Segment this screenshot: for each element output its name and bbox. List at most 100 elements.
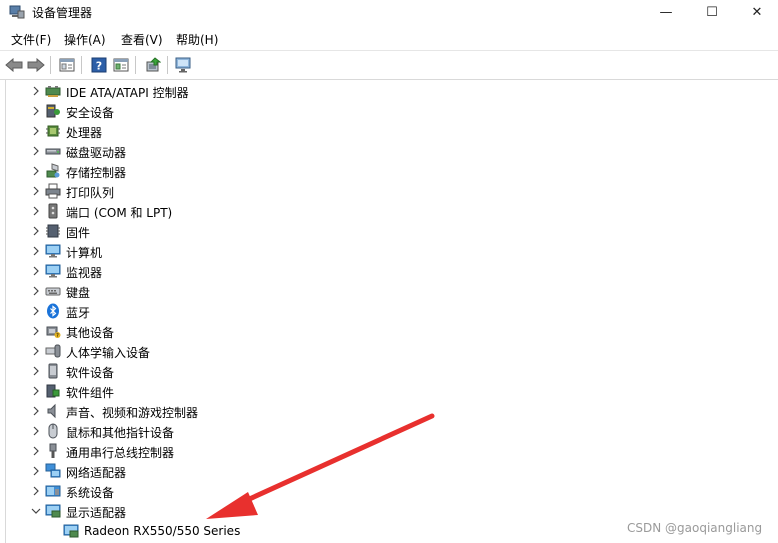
toolbar-separator (50, 56, 51, 74)
back-button[interactable] (4, 55, 24, 75)
device-tree[interactable]: IDE ATA/ATAPI 控制器 安全设备处理器磁盘驱动器 存储控制器打印队列 端口… (5, 79, 778, 543)
tree-item-label: 计算机 (66, 246, 103, 260)
tree-item[interactable]: 软件组件 (6, 381, 506, 401)
tree-item[interactable]: 系统设备 (6, 481, 506, 501)
printer-icon (45, 183, 61, 199)
tree-item-label: 通用串行总线控制器 (66, 446, 175, 460)
close-button[interactable]: ✕ (734, 0, 778, 24)
tree-item[interactable]: 打印队列 (6, 181, 506, 201)
scan-hardware-button[interactable] (174, 55, 194, 75)
chevron-right-icon[interactable] (30, 185, 42, 197)
chevron-right-icon[interactable] (30, 225, 42, 237)
chevron-right-icon[interactable] (30, 325, 42, 337)
tree-item-label: 其他设备 (66, 326, 115, 340)
maximize-button[interactable]: ☐ (689, 0, 735, 24)
svg-text:?: ? (96, 60, 102, 73)
tree-item[interactable]: 声音、视频和游戏控制器 (6, 401, 506, 421)
watermark: CSDN @gaoqiangliang (627, 521, 763, 535)
chevron-right-icon[interactable] (30, 245, 42, 257)
tree-item-label: 处理器 (66, 126, 103, 140)
tree-item[interactable]: 鼠标和其他指针设备 (6, 421, 506, 441)
tree-item-label: Radeon RX550/550 Series (84, 524, 241, 538)
audio-icon (47, 403, 56, 419)
tree-item[interactable]: 网络适配器 (6, 461, 506, 481)
tree-item-child[interactable]: Radeon RX550/550 Series (6, 521, 506, 541)
menu-action[interactable]: 操作(A) (64, 31, 106, 48)
tree-item[interactable]: 键盘 (6, 281, 506, 301)
maximize-icon: ☐ (706, 4, 718, 20)
toolbar-separator (135, 56, 136, 74)
toolbar: ? (0, 50, 778, 80)
tree-item-label: 监视器 (66, 266, 103, 280)
tree-item-label: 网络适配器 (66, 466, 127, 480)
display-adapter-icon (45, 504, 61, 518)
software-component-icon (46, 384, 60, 398)
title-bar: 设备管理器 — ☐ ✕ (0, 0, 778, 24)
properties-button[interactable] (57, 55, 77, 75)
software-device-icon (48, 363, 58, 379)
hid-icon (45, 344, 61, 358)
tree-item[interactable]: 显示适配器 (6, 501, 506, 521)
keyboard-icon (45, 287, 61, 296)
menu-view[interactable]: 查看(V) (121, 31, 163, 48)
tree-item[interactable]: 计算机 (6, 241, 506, 261)
tree-item-label: 磁盘驱动器 (66, 146, 127, 160)
tree-item[interactable]: 处理器 (6, 121, 506, 141)
help-button[interactable]: ? (89, 55, 109, 75)
chevron-right-icon[interactable] (30, 485, 42, 497)
tree-item[interactable]: ? 其他设备 (6, 321, 506, 341)
menu-file[interactable]: 文件(F) (11, 31, 51, 48)
chevron-right-icon[interactable] (30, 465, 42, 477)
tree-item[interactable]: 端口 (COM 和 LPT) (6, 201, 506, 221)
tree-item[interactable]: 存储控制器 (6, 161, 506, 181)
chevron-right-icon[interactable] (30, 345, 42, 357)
menu-bar: 文件(F) 操作(A) 查看(V) 帮助(H) (0, 28, 778, 50)
toolbar-separator (81, 56, 82, 74)
chevron-right-icon[interactable] (30, 365, 42, 377)
forward-button[interactable] (26, 55, 46, 75)
chevron-right-icon[interactable] (30, 385, 42, 397)
storage-controller-icon (46, 163, 60, 178)
chevron-right-icon[interactable] (30, 405, 42, 417)
minimize-icon: — (659, 4, 673, 20)
tree-item[interactable]: 蓝牙 (6, 301, 506, 321)
tree-item[interactable]: 人体学输入设备 (6, 341, 506, 361)
tree-item[interactable]: 监视器 (6, 261, 506, 281)
update-driver-button[interactable] (143, 55, 163, 75)
tree-item[interactable]: IDE ATA/ATAPI 控制器 (6, 81, 506, 101)
view-button[interactable] (111, 55, 131, 75)
tree-item[interactable]: 固件 (6, 221, 506, 241)
tree-item-label: 键盘 (66, 286, 91, 300)
minimize-button[interactable]: — (643, 0, 689, 24)
chevron-right-icon[interactable] (30, 265, 42, 277)
chevron-right-icon[interactable] (30, 425, 42, 437)
tree-item-label: 蓝牙 (66, 306, 91, 320)
svg-text:?: ? (56, 333, 59, 339)
tree-item-label: 系统设备 (66, 486, 115, 500)
chevron-right-icon[interactable] (30, 145, 42, 157)
tree-item[interactable]: 安全设备 (6, 101, 506, 121)
chevron-right-icon[interactable] (30, 205, 42, 217)
display-adapter-icon (63, 524, 79, 538)
tree-item-label: 打印队列 (66, 186, 115, 200)
properties-icon (59, 58, 75, 72)
chevron-right-icon[interactable] (30, 105, 42, 117)
view-icon (113, 58, 129, 72)
tree-item-label: 鼠标和其他指针设备 (66, 426, 175, 440)
tree-item[interactable]: 磁盘驱动器 (6, 141, 506, 161)
chevron-right-icon[interactable] (30, 165, 42, 177)
tree-item[interactable]: 软件设备 (6, 361, 506, 381)
computer-icon (45, 244, 61, 258)
menu-help[interactable]: 帮助(H) (176, 31, 218, 48)
chevron-right-icon[interactable] (30, 305, 42, 317)
tree-item-label: 软件组件 (66, 386, 115, 400)
other-devices-icon: ? (46, 326, 61, 339)
chevron-right-icon[interactable] (30, 85, 42, 97)
chevron-right-icon[interactable] (30, 445, 42, 457)
chevron-right-icon[interactable] (30, 125, 42, 137)
tree-item[interactable]: 通用串行总线控制器 (6, 441, 506, 461)
port-icon (48, 203, 58, 219)
help-icon: ? (91, 57, 107, 73)
chevron-down-icon[interactable] (30, 505, 42, 517)
chevron-right-icon[interactable] (30, 285, 42, 297)
